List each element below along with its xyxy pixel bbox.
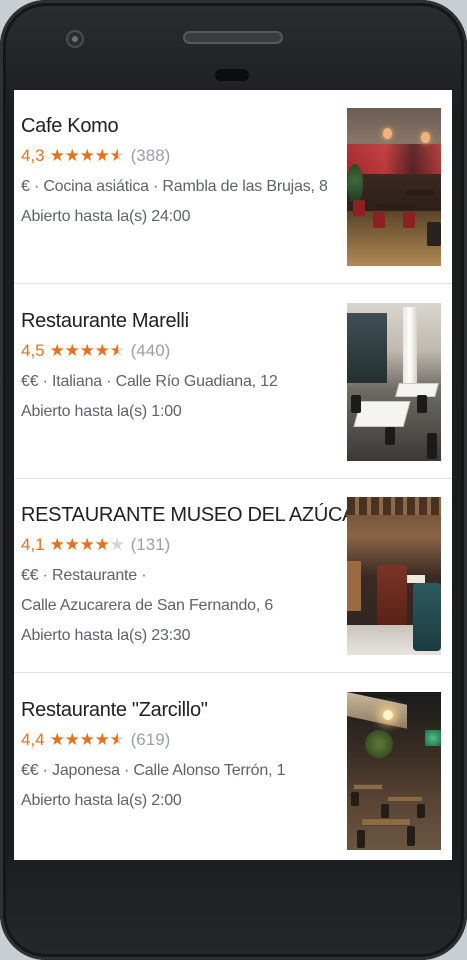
- star-icon: ★: [109, 341, 125, 360]
- listing-card[interactable]: RESTAURANTE MUSEO DEL AZÚCAR 4,1 ★ ★ ★ ★ ★ (…: [14, 479, 452, 673]
- proximity-sensor: [215, 69, 249, 81]
- star-icon: ★: [64, 535, 80, 554]
- star-icon: ★: [64, 341, 80, 360]
- front-camera-icon: [66, 30, 84, 48]
- rating-value: 4,3: [21, 146, 45, 165]
- review-count: (388): [130, 146, 171, 165]
- review-count: (131): [130, 535, 171, 554]
- listing-info: RESTAURANTE MUSEO DEL AZÚCAR 4,1 ★ ★ ★ ★ ★ (…: [21, 503, 370, 647]
- review-count: (440): [130, 341, 171, 360]
- listing-hours: Abierto hasta la(s) 23:30: [21, 627, 191, 644]
- listing-details: €€ · Italiana · Calle Río Guadiana, 12: [21, 373, 278, 390]
- star-icon: ★: [94, 341, 110, 360]
- rating-row: 4,1 ★ ★ ★ ★ ★ (131): [21, 535, 341, 555]
- restaurant-photo[interactable]: [347, 303, 441, 461]
- listing-name[interactable]: Restaurante Marelli: [21, 309, 341, 333]
- star-icon: ★: [79, 730, 95, 749]
- listing-hours: Abierto hasta la(s) 1:00: [21, 403, 182, 420]
- star-icon: ★: [79, 146, 95, 165]
- star-icon: ★: [64, 146, 80, 165]
- star-icon: ★: [49, 535, 65, 554]
- listing-name[interactable]: Restaurante "Zarcillo": [21, 698, 341, 722]
- star-icon: ★: [79, 341, 95, 360]
- listing-info: Cafe Komo 4,3 ★ ★ ★ ★ ★ (388) € · Cocina asi…: [21, 114, 341, 228]
- results-list: Cafe Komo 4,3 ★ ★ ★ ★ ★ (388) € · Cocina asi…: [14, 90, 452, 860]
- restaurant-photo[interactable]: [347, 108, 441, 266]
- listing-details: €€ · Restaurante ·: [21, 567, 147, 584]
- star-icon: ★: [94, 535, 110, 554]
- listing-info: Restaurante Marelli 4,5 ★ ★ ★ ★ ★ (440) €€ ·…: [21, 309, 341, 423]
- listing-card[interactable]: Cafe Komo 4,3 ★ ★ ★ ★ ★ (388) € · Cocina asi…: [14, 90, 452, 284]
- star-icon: ★: [94, 146, 110, 165]
- listing-hours: Abierto hasta la(s) 24:00: [21, 208, 191, 225]
- star-rating: ★ ★ ★ ★ ★: [50, 146, 125, 166]
- rating-value: 4,5: [21, 341, 45, 360]
- star-icon: ★: [79, 535, 95, 554]
- listing-name[interactable]: RESTAURANTE MUSEO DEL AZÚCAR: [21, 503, 370, 527]
- rating-value: 4,1: [21, 535, 45, 554]
- star-icon: ★: [109, 535, 125, 554]
- listing-card[interactable]: Restaurante "Zarcillo" 4,4 ★ ★ ★ ★ ★ (619) €…: [14, 674, 452, 860]
- star-icon: ★: [64, 730, 80, 749]
- rating-row: 4,3 ★ ★ ★ ★ ★ (388): [21, 146, 341, 166]
- star-icon: ★: [49, 730, 65, 749]
- rating-row: 4,5 ★ ★ ★ ★ ★ (440): [21, 341, 341, 361]
- star-icon: ★: [49, 146, 65, 165]
- listing-name[interactable]: Cafe Komo: [21, 114, 341, 138]
- rating-row: 4,4 ★ ★ ★ ★ ★ (619): [21, 730, 341, 750]
- star-icon: ★: [109, 730, 125, 749]
- star-rating: ★ ★ ★ ★ ★: [50, 535, 125, 555]
- star-icon: ★: [94, 730, 110, 749]
- restaurant-photo[interactable]: [347, 497, 441, 655]
- listing-card[interactable]: Restaurante Marelli 4,5 ★ ★ ★ ★ ★ (440) €€ ·…: [14, 285, 452, 479]
- phone-frame: Cafe Komo 4,3 ★ ★ ★ ★ ★ (388) € · Cocina asi…: [0, 0, 467, 960]
- restaurant-photo[interactable]: [347, 692, 441, 850]
- star-rating: ★ ★ ★ ★ ★: [50, 730, 125, 750]
- listing-details: €€ · Japonesa · Calle Alonso Terrón, 1: [21, 762, 286, 779]
- star-icon: ★: [109, 146, 125, 165]
- listing-details: € · Cocina asiática · Rambla de las Bruj…: [21, 178, 328, 195]
- rating-value: 4,4: [21, 730, 45, 749]
- listing-hours: Abierto hasta la(s) 2:00: [21, 792, 182, 809]
- star-rating: ★ ★ ★ ★ ★: [50, 341, 125, 361]
- listing-info: Restaurante "Zarcillo" 4,4 ★ ★ ★ ★ ★ (619) €…: [21, 698, 341, 812]
- earpiece-speaker: [183, 31, 283, 44]
- listing-address: Calle Azucarera de San Fernando, 6: [21, 597, 274, 614]
- star-icon: ★: [49, 341, 65, 360]
- review-count: (619): [130, 730, 171, 749]
